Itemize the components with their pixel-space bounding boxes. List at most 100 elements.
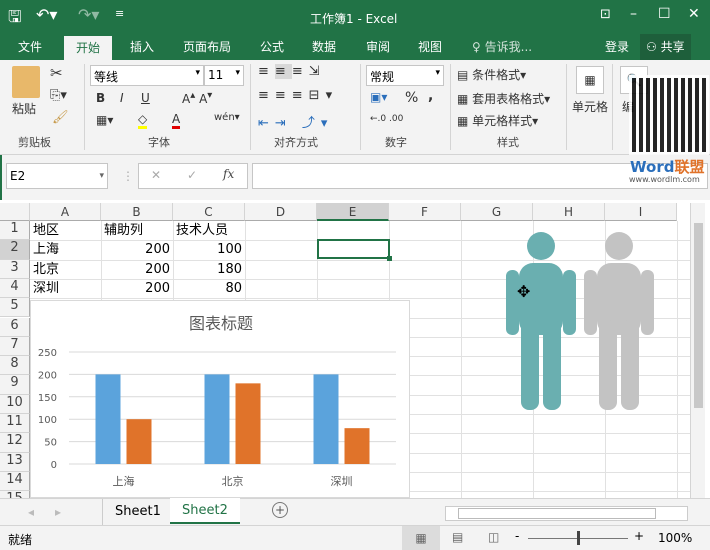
vertical-scrollbar[interactable] xyxy=(690,203,705,498)
next-sheet-icon[interactable]: ▸ xyxy=(55,505,61,519)
tab-formulas[interactable]: 公式 xyxy=(260,38,284,55)
cancel-icon[interactable]: ✕ xyxy=(151,168,161,182)
chart-title[interactable]: 图表标题 xyxy=(189,314,253,333)
tab-page-layout[interactable]: 页面布局 xyxy=(183,38,231,55)
row-header-9[interactable]: 9 xyxy=(0,375,30,395)
italic-button[interactable]: I xyxy=(120,91,124,105)
cell-B1[interactable]: 辅助列 xyxy=(101,221,173,240)
vertical-align-icons[interactable]: ≡≡≡⇲ xyxy=(258,64,326,79)
page-layout-view-icon[interactable]: ▤ xyxy=(452,530,463,544)
cell-styles-button[interactable]: ▦ 单元格样式▾ xyxy=(457,112,538,129)
phonetic-icon[interactable]: wén▾ xyxy=(214,112,240,123)
name-box[interactable]: E2 ▾ xyxy=(6,163,108,189)
column-header-B[interactable]: B xyxy=(101,203,173,221)
row-header-4[interactable]: 4 xyxy=(0,278,30,299)
cut-icon[interactable]: ✂ xyxy=(50,64,63,82)
font-name-select[interactable]: 等线 ▾ xyxy=(90,65,204,86)
font-size-select[interactable]: 11 ▾ xyxy=(204,65,244,86)
column-header-C[interactable]: C xyxy=(173,203,245,221)
cell-A4[interactable]: 深圳 xyxy=(30,279,101,298)
cell-B4[interactable]: 200 xyxy=(101,279,173,298)
bar-series1-北京[interactable] xyxy=(204,374,230,464)
zoom-slider-thumb[interactable] xyxy=(577,531,580,545)
fill-handle[interactable] xyxy=(387,256,392,261)
decimal-icons[interactable]: ←.0 .00 xyxy=(370,114,403,124)
percent-button[interactable]: % xyxy=(405,90,418,106)
scroll-thumb[interactable] xyxy=(694,223,703,408)
column-header-A[interactable]: A xyxy=(30,203,101,221)
selected-cell-e2[interactable] xyxy=(317,239,390,259)
redo-icon[interactable]: ↷▾ xyxy=(78,5,99,24)
format-painter-icon[interactable]: 🖌 xyxy=(52,110,69,125)
paste-button[interactable]: 粘贴 xyxy=(12,100,36,117)
cell-B3[interactable]: 200 xyxy=(101,260,173,279)
row-header-5[interactable]: 5 xyxy=(0,298,30,318)
share-button[interactable]: ⚇ 共享 xyxy=(640,34,691,60)
number-format-select[interactable]: 常规 ▾ xyxy=(366,65,444,86)
bar-series2-北京[interactable] xyxy=(235,383,261,464)
currency-icon[interactable]: ▣▾ xyxy=(370,90,387,104)
bar-series1-上海[interactable] xyxy=(95,374,121,464)
prev-sheet-icon[interactable]: ◂ xyxy=(28,505,34,519)
column-header-D[interactable]: D xyxy=(245,203,317,221)
row-header-12[interactable]: 12 xyxy=(0,433,30,453)
save-icon[interactable]: 🖫 xyxy=(8,6,22,33)
cell-C3[interactable]: 180 xyxy=(173,260,245,279)
normal-view-icon[interactable]: ▦ xyxy=(402,526,440,550)
tab-insert[interactable]: 插入 xyxy=(130,38,154,55)
row-header-8[interactable]: 8 xyxy=(0,356,30,376)
row-header-7[interactable]: 7 xyxy=(0,336,30,357)
insert-function-button[interactable]: fx xyxy=(223,167,234,181)
conditional-format-button[interactable]: ▤ 条件格式▾ xyxy=(457,66,526,83)
row-header-6[interactable]: 6 xyxy=(0,317,30,337)
cell-C4[interactable]: 80 xyxy=(173,279,245,298)
people-icons[interactable] xyxy=(500,230,670,415)
select-all[interactable] xyxy=(0,203,30,221)
signin-link[interactable]: 登录 xyxy=(605,38,629,55)
cell-C1[interactable]: 技术人员 xyxy=(173,221,245,240)
zoom-out-button[interactable]: - xyxy=(515,529,519,543)
row-header-14[interactable]: 14 xyxy=(0,471,30,492)
cell-A2[interactable]: 上海 xyxy=(30,240,101,259)
zoom-level[interactable]: 100% xyxy=(658,531,692,545)
row-header-13[interactable]: 13 xyxy=(0,452,30,472)
cell-A3[interactable]: 北京 xyxy=(30,260,101,279)
bold-button[interactable]: B xyxy=(96,91,105,105)
fill-color-icon[interactable]: ◇ xyxy=(138,112,148,129)
border-icon[interactable]: ▦▾ xyxy=(96,113,113,127)
copy-icon[interactable]: ⎘▾ xyxy=(50,88,67,103)
horizontal-scrollbar[interactable] xyxy=(445,506,688,521)
tell-me-input[interactable]: ♀ 告诉我... xyxy=(472,38,532,55)
font-color-icon[interactable]: A xyxy=(172,112,181,129)
row-header-11[interactable]: 11 xyxy=(0,414,30,434)
tab-review[interactable]: 审阅 xyxy=(366,38,390,55)
minimize-icon[interactable]: – xyxy=(630,6,637,22)
column-header-H[interactable]: H xyxy=(533,203,605,221)
ribbon-display-icon[interactable]: ⊡ xyxy=(600,7,611,22)
person-icon-teal[interactable] xyxy=(506,232,576,410)
comma-button[interactable]: , xyxy=(428,88,433,104)
tab-file[interactable]: 文件 xyxy=(18,38,42,55)
format-as-table-button[interactable]: ▦ 套用表格格式▾ xyxy=(457,90,550,107)
enter-icon[interactable]: ✓ xyxy=(187,168,197,182)
zoom-in-button[interactable]: + xyxy=(634,529,644,543)
tab-data[interactable]: 数据 xyxy=(312,38,336,55)
close-icon[interactable]: ✕ xyxy=(688,6,700,22)
customize-qat-icon[interactable]: ≡ xyxy=(115,7,124,20)
cell-C2[interactable]: 100 xyxy=(173,240,245,259)
maximize-icon[interactable]: ☐ xyxy=(658,6,671,22)
paste-icon[interactable] xyxy=(12,66,40,98)
row-header-3[interactable]: 3 xyxy=(0,259,30,279)
bar-series2-深圳[interactable] xyxy=(344,428,370,464)
row-header-1[interactable]: 1 xyxy=(0,221,30,241)
cell-A1[interactable]: 地区 xyxy=(30,221,101,240)
sheet-tab-sheet2[interactable]: Sheet2 xyxy=(170,498,240,524)
tab-view[interactable]: 视图 xyxy=(418,38,442,55)
column-header-E[interactable]: E xyxy=(317,203,389,221)
person-icon-gray[interactable] xyxy=(584,232,654,410)
cells-button[interactable]: 单元格 xyxy=(572,98,608,115)
tab-home[interactable]: 开始 xyxy=(64,36,113,60)
indent-icons[interactable]: ⇤⇥ ⤴▾ xyxy=(258,112,333,131)
underline-button[interactable]: U xyxy=(141,91,150,105)
chart[interactable]: 图表标题 0 50 100 150 200 250 上海 北京 深圳 xyxy=(30,300,410,498)
